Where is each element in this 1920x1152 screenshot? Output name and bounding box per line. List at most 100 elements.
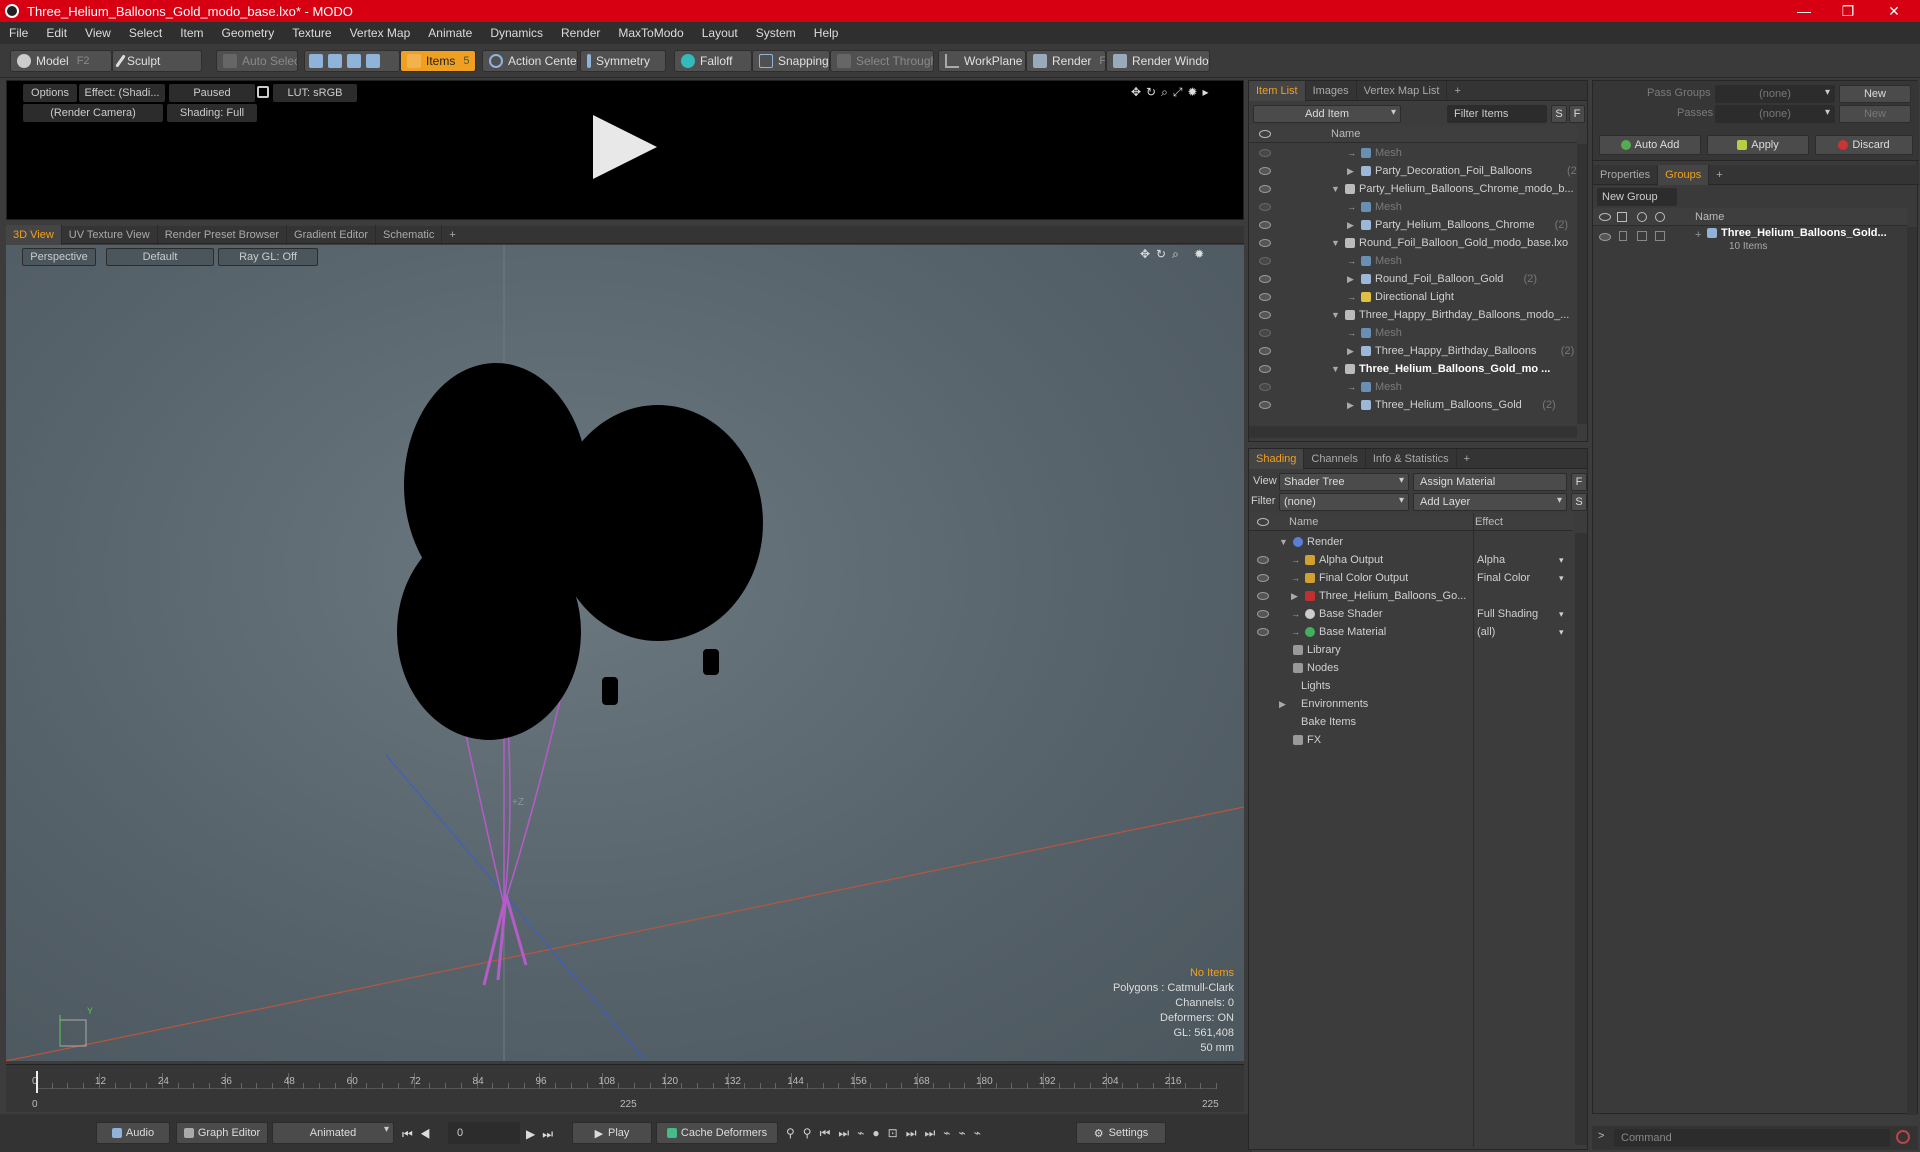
menu-maxtomodo[interactable]: MaxToModo <box>609 26 692 40</box>
tab-groups[interactable]: Groups <box>1658 164 1710 185</box>
item-list-row[interactable]: ▶ Three_Helium_Balloons_Gold (2) <box>1249 396 1577 414</box>
tab-schematic[interactable]: Schematic <box>376 224 443 245</box>
filter-dropdown[interactable]: (none) <box>1279 493 1409 511</box>
render-window-button[interactable]: Render Window <box>1106 50 1210 72</box>
snapping-button[interactable]: Snapping <box>752 50 830 72</box>
workplane-button[interactable]: WorkPlane <box>938 50 1026 72</box>
current-frame-input[interactable]: 0 <box>448 1122 520 1144</box>
3d-viewport[interactable]: Perspective Default Ray GL: Off ✥↻⌕ ✹ +Z… <box>6 245 1244 1061</box>
lock-icon[interactable] <box>257 86 269 98</box>
command-history-icon[interactable] <box>1896 1130 1910 1144</box>
shader-tree-row[interactable]: → Alpha Output Alpha ▾ <box>1249 551 1573 569</box>
add-tab-button[interactable]: + <box>442 225 462 245</box>
shader-eye-icon[interactable] <box>1257 574 1269 582</box>
menu-system[interactable]: System <box>747 26 805 40</box>
menu-animate[interactable]: Animate <box>419 26 481 40</box>
shader-effect-value[interactable]: (all) <box>1477 623 1495 641</box>
item-list-row[interactable]: → Directional Light <box>1249 288 1577 306</box>
tab-vertex-map-list[interactable]: Vertex Map List <box>1357 80 1448 101</box>
item-list-row[interactable]: → Mesh <box>1249 252 1577 270</box>
preview-options-button[interactable]: Options <box>23 84 77 102</box>
shader-effect-value[interactable]: Full Shading <box>1477 605 1538 623</box>
menu-edit[interactable]: Edit <box>37 26 76 40</box>
item-list-row[interactable]: ▶ Party_Decoration_Foil_Balloons (2) <box>1249 162 1577 180</box>
shader-tree-scrollbar[interactable] <box>1575 533 1587 1145</box>
item-list-scrollbar[interactable] <box>1577 144 1587 424</box>
minimize-button[interactable]: — <box>1782 0 1826 22</box>
expand-arrow-icon[interactable]: ▼ <box>1331 306 1340 324</box>
add-layer-dropdown[interactable]: Add Layer <box>1413 493 1567 511</box>
menu-file[interactable]: File <box>0 26 37 40</box>
item-list-row[interactable]: ▶ Round_Foil_Balloon_Gold (2) <box>1249 270 1577 288</box>
item-list-row[interactable]: → Mesh <box>1249 324 1577 342</box>
expand-arrow-icon[interactable]: ▶ <box>1279 695 1286 713</box>
shader-tree-row[interactable]: ▶ Environments <box>1249 695 1573 713</box>
select-through-button[interactable]: Select Through <box>830 50 934 72</box>
shader-tree-row[interactable]: → Base Material (all) ▾ <box>1249 623 1573 641</box>
play-button[interactable]: ▶ Play <box>572 1122 652 1144</box>
tab-images[interactable]: Images <box>1306 80 1357 101</box>
lut-dropdown[interactable]: LUT: sRGB <box>273 84 357 102</box>
pass-groups-dropdown[interactable]: (none) <box>1715 85 1835 103</box>
shader-tree-row[interactable]: Lights <box>1249 677 1573 695</box>
shader-effect-value[interactable]: Final Color <box>1477 569 1530 587</box>
expand-arrow-icon[interactable]: ▶ <box>1347 162 1354 180</box>
render-camera-dropdown[interactable]: (Render Camera) <box>23 104 163 122</box>
visibility-eye-icon[interactable] <box>1259 311 1271 319</box>
cache-deformers-button[interactable]: Cache Deformers <box>656 1122 778 1144</box>
visibility-eye-icon[interactable] <box>1259 275 1271 283</box>
menu-item[interactable]: Item <box>171 26 212 40</box>
shader-tree-row[interactable]: Nodes <box>1249 659 1573 677</box>
visibility-eye-icon[interactable] <box>1259 329 1271 337</box>
sculpt-button[interactable]: Sculpt <box>112 50 202 72</box>
item-list-row[interactable]: ▶ Party_Helium_Balloons_Chrome (2) <box>1249 216 1577 234</box>
item-list-row[interactable]: ▶ Three_Happy_Birthday_Balloons (2) <box>1249 342 1577 360</box>
tab-properties[interactable]: Properties <box>1593 164 1659 185</box>
visibility-eye-icon[interactable] <box>1259 401 1271 409</box>
group-lock-toggle[interactable] <box>1637 231 1647 241</box>
graph-editor-button[interactable]: Graph Editor <box>176 1122 268 1144</box>
group-expand-icon[interactable]: + <box>1695 229 1701 241</box>
items-button[interactable]: Items 5 <box>400 50 476 72</box>
shading-dropdown[interactable]: Shading: Full <box>167 104 257 122</box>
close-button[interactable]: ✕ <box>1872 0 1916 22</box>
menu-texture[interactable]: Texture <box>283 26 340 40</box>
preview-paused-button[interactable]: Paused <box>169 84 255 102</box>
visibility-eye-icon[interactable] <box>1259 365 1271 373</box>
tab-info-statistics[interactable]: Info & Statistics <box>1366 448 1457 469</box>
add-shading-tab-button[interactable]: + <box>1457 449 1477 469</box>
menu-vertex-map[interactable]: Vertex Map <box>341 26 420 40</box>
expand-arrow-icon[interactable]: ▶ <box>1291 587 1298 605</box>
visibility-eye-icon[interactable] <box>1259 293 1271 301</box>
effect-dropdown-icon[interactable]: ▾ <box>1559 569 1564 587</box>
audio-button[interactable]: Audio <box>96 1122 170 1144</box>
edge-mode-icon[interactable] <box>328 54 342 68</box>
preview-effect-dropdown[interactable]: Effect: (Shadi... <box>79 84 165 102</box>
item-list-row[interactable]: ▼ Three_Happy_Birthday_Balloons_modo_... <box>1249 306 1577 324</box>
item-list-row[interactable]: ▼ Round_Foil_Balloon_Gold_modo_base.lxo <box>1249 234 1577 252</box>
symmetry-button[interactable]: Symmetry <box>580 50 666 72</box>
visibility-eye-icon[interactable] <box>1259 149 1271 157</box>
shading-f-button[interactable]: F <box>1571 473 1587 491</box>
auto-select-button[interactable]: Auto Select <box>216 50 298 72</box>
shader-tree-row[interactable]: ▼ Render <box>1249 533 1573 551</box>
model-button[interactable]: Model F2 <box>10 50 112 72</box>
render-button[interactable]: RenderF9 <box>1026 50 1106 72</box>
shader-tree-row[interactable]: Library <box>1249 641 1573 659</box>
shader-effect-value[interactable]: Alpha <box>1477 551 1505 569</box>
shading-s-button[interactable]: S <box>1571 493 1587 511</box>
groups-scrollbar[interactable] <box>1907 227 1917 1115</box>
expand-arrow-icon[interactable]: ▼ <box>1279 533 1288 551</box>
vertex-mode-icon[interactable] <box>309 54 323 68</box>
timeline-ruler[interactable]: 0 12 24 36 48 60 72 84 96 108 120 132 144 156 168 180 19… <box>32 1073 1217 1089</box>
assign-material-button[interactable]: Assign Material <box>1413 473 1567 491</box>
item-list-hscrollbar[interactable] <box>1249 426 1577 438</box>
item-list-row[interactable]: ▼ Three_Helium_Balloons_Gold_mo ... <box>1249 360 1577 378</box>
shader-tree-row[interactable]: → Base Shader Full Shading ▾ <box>1249 605 1573 623</box>
key-tools-icons[interactable]: ⚲⚲⏮⏭⌁●⊡⏭⏭⌁⌁⌁ <box>786 1126 1074 1142</box>
visibility-eye-icon[interactable] <box>1259 239 1271 247</box>
menu-view[interactable]: View <box>76 26 120 40</box>
preview-view-controls-icon[interactable]: ✥↻⌕⤢✹▸ <box>1131 85 1241 99</box>
group-row[interactable]: + Three_Helium_Balloons_Gold... 10 Items <box>1593 227 1907 263</box>
expand-arrow-icon[interactable]: ▶ <box>1347 396 1354 414</box>
